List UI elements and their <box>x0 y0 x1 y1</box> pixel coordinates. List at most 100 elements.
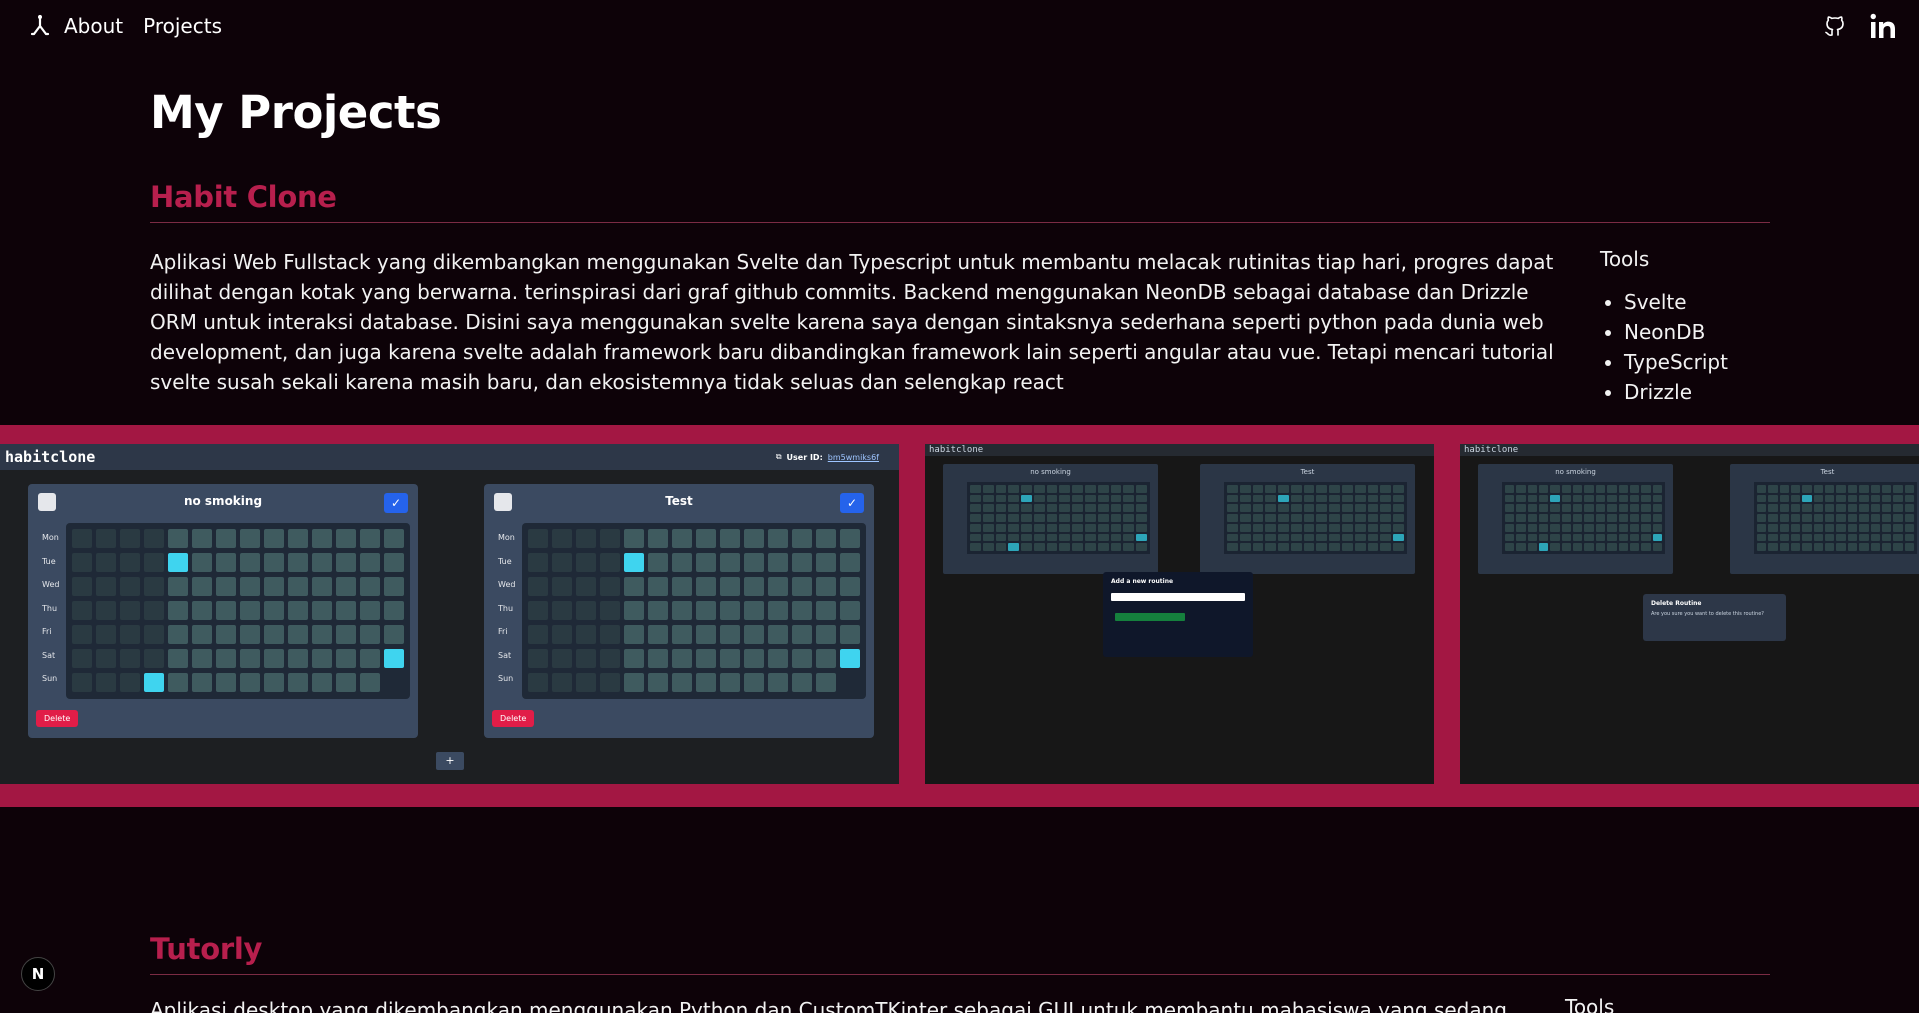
grid-cell <box>528 625 548 644</box>
grid-cell <box>240 673 260 692</box>
grid-cell <box>648 553 668 572</box>
project-screenshot[interactable]: habitclone no smoking Test Add a new rou… <box>925 444 1434 784</box>
grid-cell <box>1290 533 1302 542</box>
grid-cell <box>1539 523 1549 532</box>
grid-cell <box>1393 485 1404 493</box>
grid-cell <box>995 533 1007 542</box>
grid-cell <box>1516 504 1526 513</box>
grid-cell <box>1329 485 1341 493</box>
nav-projects-link[interactable]: Projects <box>143 14 222 38</box>
modal-text: Are you sure you want to delete this rou… <box>1651 611 1764 617</box>
grid-cell <box>1059 504 1071 513</box>
grid-cell <box>336 553 356 572</box>
grid-cell <box>1881 543 1892 551</box>
project-habit-clone: Habit Clone Aplikasi Web Fullstack yang … <box>150 180 1770 407</box>
grid-cell <box>264 649 284 668</box>
grid-cell <box>120 601 140 620</box>
grid-cell <box>1550 514 1560 522</box>
grid-cell <box>1527 485 1538 493</box>
check-icon: ✓ <box>840 493 864 513</box>
grid-cell <box>96 577 116 596</box>
modal-title: Add a new routine <box>1111 578 1174 585</box>
grid-cell <box>1607 485 1617 493</box>
tool-item: NeonDB <box>1624 317 1770 347</box>
nav-about-link[interactable]: About <box>64 14 123 38</box>
grid-cell <box>1008 485 1020 493</box>
grid-cell <box>216 553 236 572</box>
grid-cell <box>1072 533 1084 542</box>
grid-cell <box>552 577 572 596</box>
grid-cell <box>1584 485 1594 493</box>
grid-cell <box>1046 533 1058 542</box>
grid-cell <box>1316 514 1328 522</box>
project-screenshot[interactable]: habitclone ⧉ User ID: bm5wmiks6f no smok… <box>0 444 899 784</box>
grid-cell <box>970 485 981 493</box>
grid-cell <box>1303 533 1315 542</box>
grid-cell <box>192 625 212 644</box>
grid-cell <box>1904 514 1914 522</box>
github-icon[interactable] <box>1823 14 1847 38</box>
grid-cell <box>1757 533 1767 542</box>
grid-cell <box>1802 523 1812 532</box>
grid-cell <box>816 553 836 572</box>
grid-cell <box>744 625 764 644</box>
grid-cell <box>1008 533 1020 542</box>
grid-cell <box>96 649 116 668</box>
grid-cell <box>1342 523 1353 532</box>
habit-card: Test <box>1200 464 1415 574</box>
day-label: Fri <box>498 627 508 636</box>
grid-cell <box>1870 514 1880 522</box>
dev-tools-button[interactable]: N <box>21 957 55 991</box>
page-title: My Projects <box>150 86 442 139</box>
grid-cell <box>1354 543 1366 551</box>
grid-cell <box>1072 494 1084 503</box>
grid-cell <box>1342 494 1353 503</box>
grid-cell <box>1893 523 1903 532</box>
grid-cell <box>792 577 812 596</box>
grid-cell <box>1505 533 1515 542</box>
grid-cell <box>144 649 164 668</box>
grid-cell <box>1595 485 1606 493</box>
grid-cell <box>1527 543 1538 551</box>
grid-cell <box>1505 504 1515 513</box>
grid-cell <box>672 553 692 572</box>
grid-cell <box>360 553 380 572</box>
grid-cell <box>264 577 284 596</box>
home-logo-icon[interactable] <box>30 14 50 38</box>
day-label: Fri <box>42 627 52 636</box>
habit-title: no smoking <box>1030 468 1071 476</box>
grid-cell <box>672 529 692 548</box>
grid-cell <box>120 553 140 572</box>
grid-cell <box>1252 494 1264 503</box>
grid-cell <box>1008 514 1020 522</box>
grid-cell <box>216 673 236 692</box>
grid-cell <box>840 601 860 620</box>
screenshot-gallery[interactable]: habitclone ⧉ User ID: bm5wmiks6f no smok… <box>0 425 1919 807</box>
grid-cell <box>1290 514 1302 522</box>
grid-cell <box>1303 523 1315 532</box>
project-screenshot[interactable]: habitclone no smoking Test Delete Routin… <box>1460 444 1919 784</box>
grid-cell <box>1893 533 1903 542</box>
habit-title: Test <box>1300 468 1315 476</box>
grid-cell <box>1278 533 1289 542</box>
linkedin-icon[interactable] <box>1869 12 1897 40</box>
grid-cell <box>1110 514 1122 522</box>
grid-cell <box>1768 533 1778 542</box>
tools-title: Tools <box>1565 995 1615 1013</box>
grid-cell <box>1354 494 1366 503</box>
grid-cell <box>360 577 380 596</box>
grid-cell <box>816 601 836 620</box>
grid-cell <box>288 553 308 572</box>
grid-cell <box>1561 494 1572 503</box>
grid-cell <box>1367 494 1379 503</box>
grid-cell <box>336 625 356 644</box>
grid-cell <box>168 649 188 668</box>
grid-cell <box>1278 485 1289 493</box>
grid-cell <box>1641 494 1651 503</box>
grid-cell <box>1354 533 1366 542</box>
grid-cell <box>576 553 596 572</box>
grid-cell <box>120 673 140 692</box>
grid-cell <box>1278 504 1289 513</box>
grid-cell <box>1618 485 1628 493</box>
grid-cell <box>240 577 260 596</box>
